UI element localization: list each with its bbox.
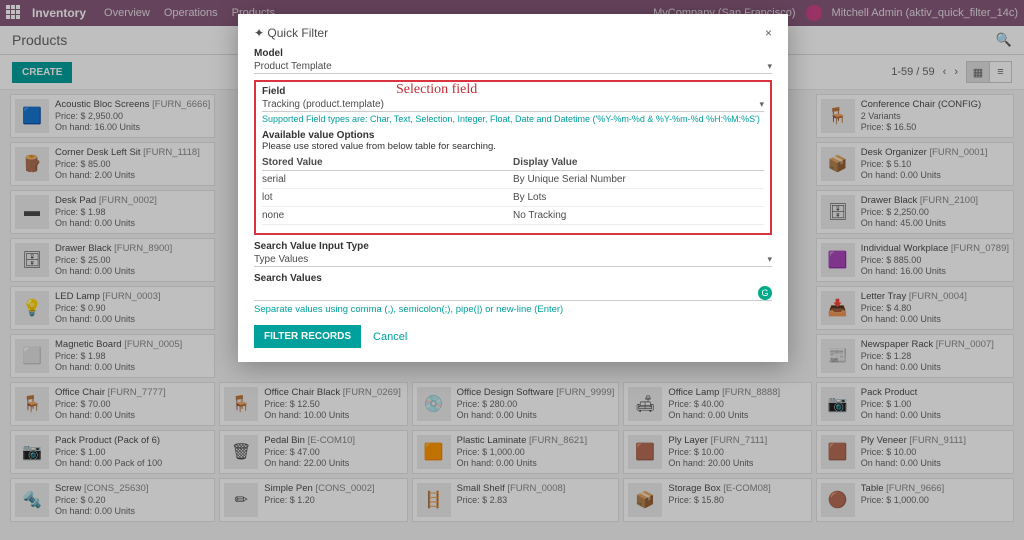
available-options-head: Available value Options [262,130,764,141]
modal-title: Quick Filter [267,26,328,40]
close-icon[interactable]: × [765,26,772,40]
svtype-select[interactable]: Type Values ▾ [254,253,772,267]
field-section-highlight: Selection field Field Tracking (product.… [254,80,772,235]
display-value: By Lots [513,192,764,203]
cancel-button[interactable]: Cancel [373,331,407,343]
stored-value: serial [262,174,513,185]
model-select[interactable]: Product Template ▾ [254,60,772,74]
display-value: No Tracking [513,210,764,221]
available-options-sub: Please use stored value from below table… [262,141,764,152]
stored-value: lot [262,192,513,203]
option-row: noneNo Tracking [262,207,764,225]
caret-down-icon: ▾ [767,254,772,265]
col-stored: Stored Value [262,157,513,168]
option-row: lotBy Lots [262,189,764,207]
supported-types-hint: Supported Field types are: Char, Text, S… [262,114,764,124]
svtype-label: Search Value Input Type [254,241,772,252]
filter-records-button[interactable]: FILTER RECORDS [254,325,361,348]
field-label: Field [262,86,764,97]
field-value: Tracking (product.template) [262,99,384,110]
search-values-input[interactable]: G [254,285,772,301]
caret-down-icon: ▾ [759,99,764,110]
svtype-value: Type Values [254,254,308,265]
options-table: Stored Value Display Value serialBy Uniq… [262,155,764,225]
quick-filter-modal: ✦ Quick Filter × Model Product Template … [238,14,788,362]
model-label: Model [254,48,772,59]
stored-value: none [262,210,513,221]
grammarly-icon: G [758,286,772,300]
wand-icon: ✦ [254,26,264,40]
display-value: By Unique Serial Number [513,174,764,185]
model-value: Product Template [254,61,332,72]
col-display: Display Value [513,157,764,168]
separator-note: Separate values using comma (,), semicol… [254,304,772,315]
sv-label: Search Values [254,273,772,284]
option-row: serialBy Unique Serial Number [262,171,764,189]
field-select[interactable]: Tracking (product.template) ▾ [262,98,764,112]
annotation-callout: Selection field [396,82,477,98]
caret-down-icon: ▾ [767,61,772,72]
